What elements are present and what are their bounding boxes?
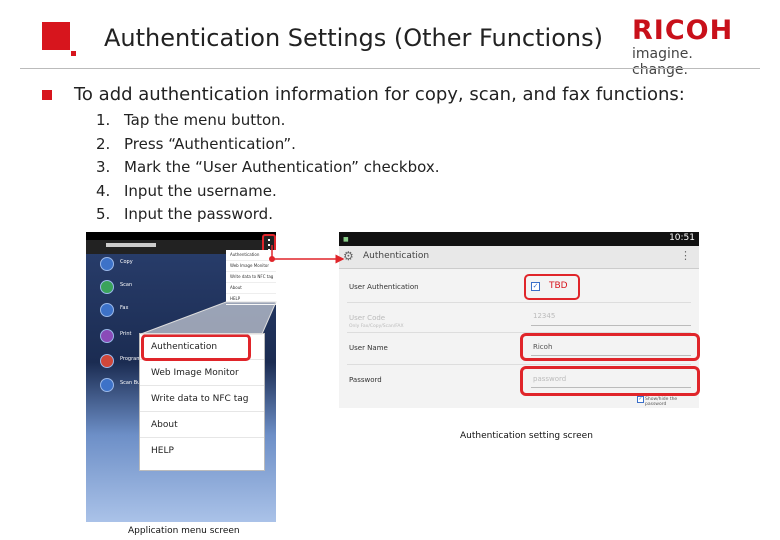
user-name-label: User Name — [349, 344, 388, 352]
clock: 10:51 — [669, 233, 695, 243]
step-item: 5. Input the password. — [96, 205, 273, 223]
show-password-checkbox[interactable]: ✓ — [637, 396, 644, 403]
app-row-fax[interactable]: Fax — [100, 298, 220, 320]
show-password-label: Show/hide the password — [645, 397, 678, 407]
small-menu-item[interactable]: Web Image Monitor — [226, 261, 276, 272]
tablet-status-bar: ■ 10:51 — [339, 232, 699, 246]
password-label: Password — [349, 376, 382, 384]
user-auth-label: User Authentication — [349, 283, 419, 291]
right-screen-caption: Authentication setting screen — [460, 431, 593, 441]
intro-text: To add authentication information for co… — [74, 84, 685, 105]
screen-header: Authentication — [363, 251, 430, 261]
slide-title: Authentication Settings (Other Functions… — [104, 24, 603, 52]
user-code-sub: Only Fax/Copy/Scan/FAX — [349, 324, 404, 329]
brand-name: RICOH — [632, 15, 734, 46]
small-menu-item[interactable]: Write data to NFC tag — [226, 272, 276, 283]
notification-icon: ■ — [343, 236, 349, 243]
scan-bus-icon — [100, 378, 114, 392]
fax-icon — [100, 303, 114, 317]
logo-mark — [42, 22, 76, 56]
overflow-menu-icon[interactable]: ⋮ — [680, 249, 691, 262]
print-icon — [100, 329, 114, 343]
brand-tagline: imagine. change. — [632, 46, 693, 78]
app-row-copy[interactable]: Copy — [100, 252, 220, 274]
program-icon — [100, 354, 114, 368]
app-row-scan[interactable]: Scan — [100, 275, 220, 297]
tbd-annotation: TBD — [549, 281, 568, 291]
copy-icon — [100, 257, 114, 271]
header-divider — [20, 68, 760, 69]
step-item: 3. Mark the “User Authentication” checkbo… — [96, 158, 440, 176]
step-item: 4. Input the username. — [96, 181, 277, 200]
user-name-highlight — [520, 333, 700, 361]
step-item: 1. Tap the menu button. — [96, 111, 286, 129]
tablet-app-bar: ⚙ Authentication ⋮ — [339, 246, 699, 269]
user-code-field[interactable]: 12345 — [533, 312, 555, 320]
menu-item-help[interactable]: HELP — [140, 438, 264, 464]
small-menu-item[interactable]: About — [226, 283, 276, 294]
user-code-label: User Code — [349, 314, 386, 322]
steps-list: 1. Tap the menu button. 2. Press “Authenti… — [96, 109, 440, 227]
phone-status-bar — [86, 232, 276, 240]
menu-item-write-nfc[interactable]: Write data to NFC tag — [140, 386, 264, 412]
menu-item-web-image-monitor[interactable]: Web Image Monitor — [140, 360, 264, 386]
gear-icon[interactable]: ⚙ — [343, 249, 354, 263]
small-menu-item[interactable]: Authentication — [226, 250, 276, 261]
scan-icon — [100, 280, 114, 294]
password-highlight — [520, 366, 700, 396]
authentication-highlight — [141, 334, 251, 361]
small-overflow-menu: Authentication Web Image Monitor Write d… — [226, 250, 276, 305]
bullet-square-icon — [42, 90, 52, 100]
step-item: 2. Press “Authentication”. — [96, 134, 296, 153]
left-screen-caption: Application menu screen — [128, 526, 240, 536]
menu-item-about[interactable]: About — [140, 412, 264, 438]
small-menu-item[interactable]: HELP — [226, 294, 276, 305]
